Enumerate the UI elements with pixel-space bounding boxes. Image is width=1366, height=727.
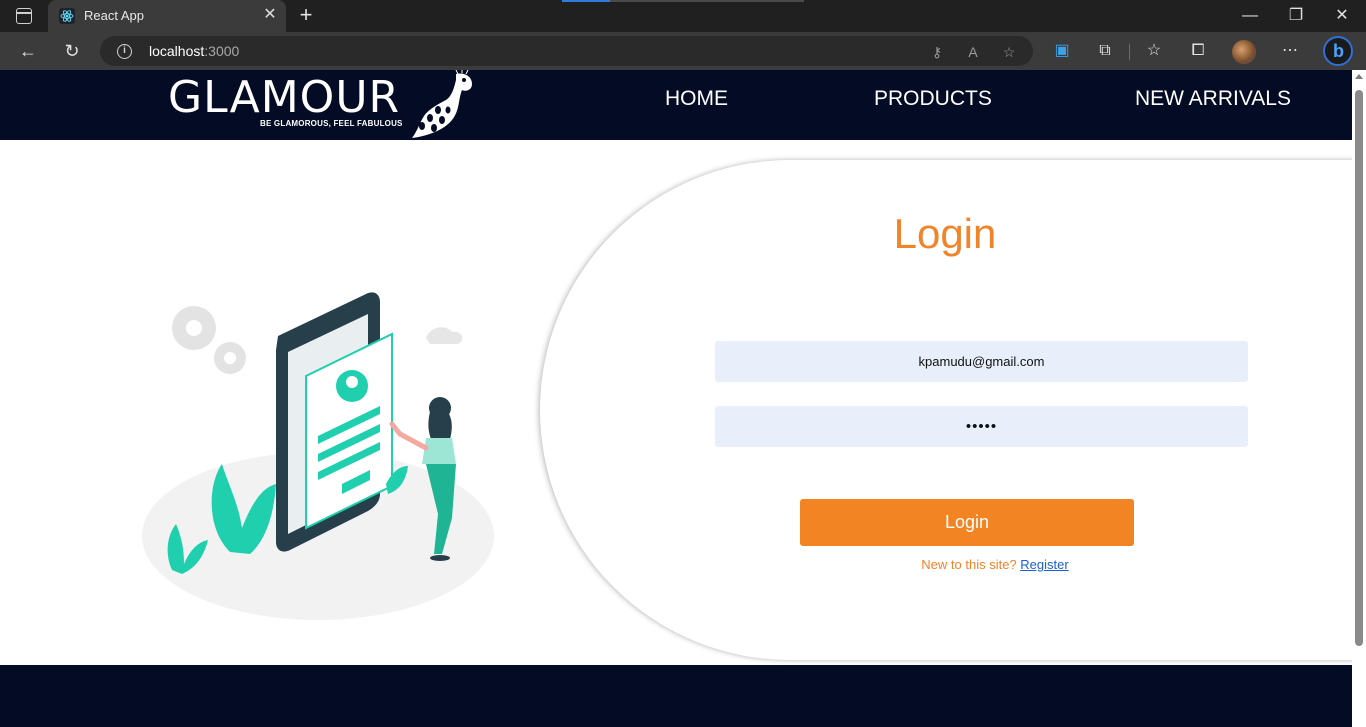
- url-text: localhost:3000: [149, 43, 239, 59]
- page: GLAMOUR BE GLAMOROUS, FEEL FABULOUS HOME…: [0, 70, 1352, 727]
- toolbar-divider: [1129, 44, 1130, 60]
- add-favorite-icon[interactable]: ☆: [1000, 43, 1018, 61]
- login-card: Login kpamudu@gmail.com ••••• Login New …: [540, 160, 1352, 660]
- read-aloud-icon[interactable]: A: [964, 43, 982, 61]
- nav-products[interactable]: PRODUCTS: [874, 87, 992, 111]
- key-icon[interactable]: ⚷: [928, 43, 946, 61]
- register-prompt-line: New to this site? Register: [540, 557, 1352, 572]
- collections-icon[interactable]: ⧠: [1188, 41, 1208, 61]
- url-port: :3000: [204, 43, 240, 59]
- site-footer: [0, 665, 1352, 727]
- bing-copilot-icon[interactable]: b: [1323, 36, 1353, 66]
- logo-text[interactable]: GLAMOUR: [168, 72, 400, 123]
- close-tab-icon[interactable]: ✕: [262, 6, 278, 24]
- logo-tagline: BE GLAMOROUS, FEEL FABULOUS: [260, 119, 403, 128]
- react-icon: [59, 8, 75, 24]
- site-info-icon[interactable]: i: [117, 44, 132, 59]
- profile-avatar[interactable]: [1232, 40, 1256, 64]
- restore-icon[interactable]: ❐: [1286, 6, 1306, 26]
- scroll-thumb[interactable]: [1355, 90, 1363, 646]
- extensions-icon[interactable]: ⧉: [1095, 41, 1115, 61]
- browser-toolbar: ← ↻ i localhost:3000 ⚷ A ☆ ▣ ⧉ ☆ ⧠ ⋯ b: [0, 32, 1366, 70]
- email-field[interactable]: kpamudu@gmail.com: [715, 341, 1248, 382]
- register-link[interactable]: Register: [1020, 557, 1068, 572]
- browser-tab[interactable]: React App ✕: [48, 0, 286, 32]
- tab-actions-icon[interactable]: [16, 8, 32, 24]
- minimize-icon[interactable]: —: [1240, 6, 1260, 26]
- nav-new-arrivals[interactable]: NEW ARRIVALS: [1135, 87, 1291, 111]
- login-button[interactable]: Login: [800, 499, 1134, 546]
- page-scrollbar[interactable]: [1352, 70, 1366, 727]
- register-prompt: New to this site?: [921, 557, 1017, 572]
- window-close-icon[interactable]: ✕: [1332, 6, 1352, 26]
- new-tab-icon[interactable]: +: [295, 4, 317, 26]
- reload-icon[interactable]: ↻: [61, 40, 83, 62]
- tab-indicator: [562, 0, 610, 2]
- password-field[interactable]: •••••: [715, 406, 1248, 447]
- url-host: localhost: [149, 43, 205, 59]
- address-bar[interactable]: i localhost:3000 ⚷ A ☆: [100, 36, 1033, 66]
- site-header: GLAMOUR BE GLAMOROUS, FEEL FABULOUS HOME…: [0, 70, 1352, 140]
- nav-home[interactable]: HOME: [665, 87, 728, 111]
- login-illustration: [142, 292, 494, 620]
- scroll-up-icon[interactable]: [1355, 74, 1363, 79]
- more-options-icon[interactable]: ⋯: [1280, 41, 1300, 61]
- screenshot-icon[interactable]: ▣: [1052, 41, 1072, 61]
- login-title: Login: [893, 210, 997, 257]
- tab-indicator-track: [610, 0, 804, 2]
- back-icon[interactable]: ←: [17, 40, 39, 62]
- peacock-logo-icon: [412, 70, 472, 138]
- browser-tab-bar: React App ✕ + — ❐ ✕: [0, 0, 1366, 32]
- favorites-icon[interactable]: ☆: [1144, 41, 1164, 61]
- tab-title: React App: [84, 8, 144, 23]
